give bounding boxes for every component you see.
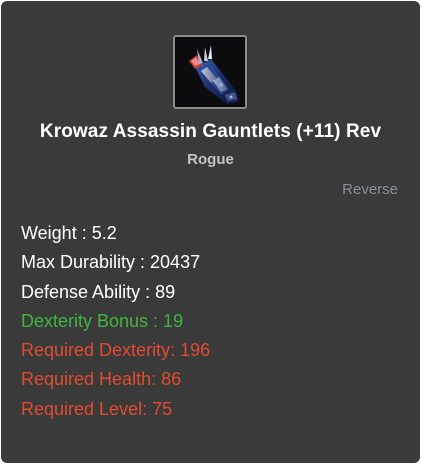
stat-max-durability: Max Durability : 20437: [21, 252, 201, 273]
stat-required-health: Required Health: 86: [21, 369, 182, 390]
item-class: Rogue: [187, 151, 234, 168]
stat-dexterity-bonus: Dexterity Bonus : 19: [21, 310, 184, 331]
stat-required-level: Required Level: 75: [21, 398, 173, 419]
item-tag-reverse: Reverse: [342, 181, 398, 198]
item-tooltip: Krowaz Assassin Gauntlets (+11) Rev Rogu…: [1, 1, 420, 463]
stat-weight: Weight : 5.2: [21, 223, 117, 243]
stat-defense-ability: Defense Ability : 89: [21, 281, 176, 302]
item-name: Krowaz Assassin Gauntlets (+11) Rev: [39, 121, 382, 142]
item-icon-frame[interactable]: [173, 35, 247, 109]
item-stats-list: Weight : 5.2 Max Durability : 20437 Defe…: [21, 219, 210, 424]
stat-required-dexterity: Required Dexterity: 196: [21, 340, 211, 361]
gauntlet-icon: [175, 37, 245, 107]
